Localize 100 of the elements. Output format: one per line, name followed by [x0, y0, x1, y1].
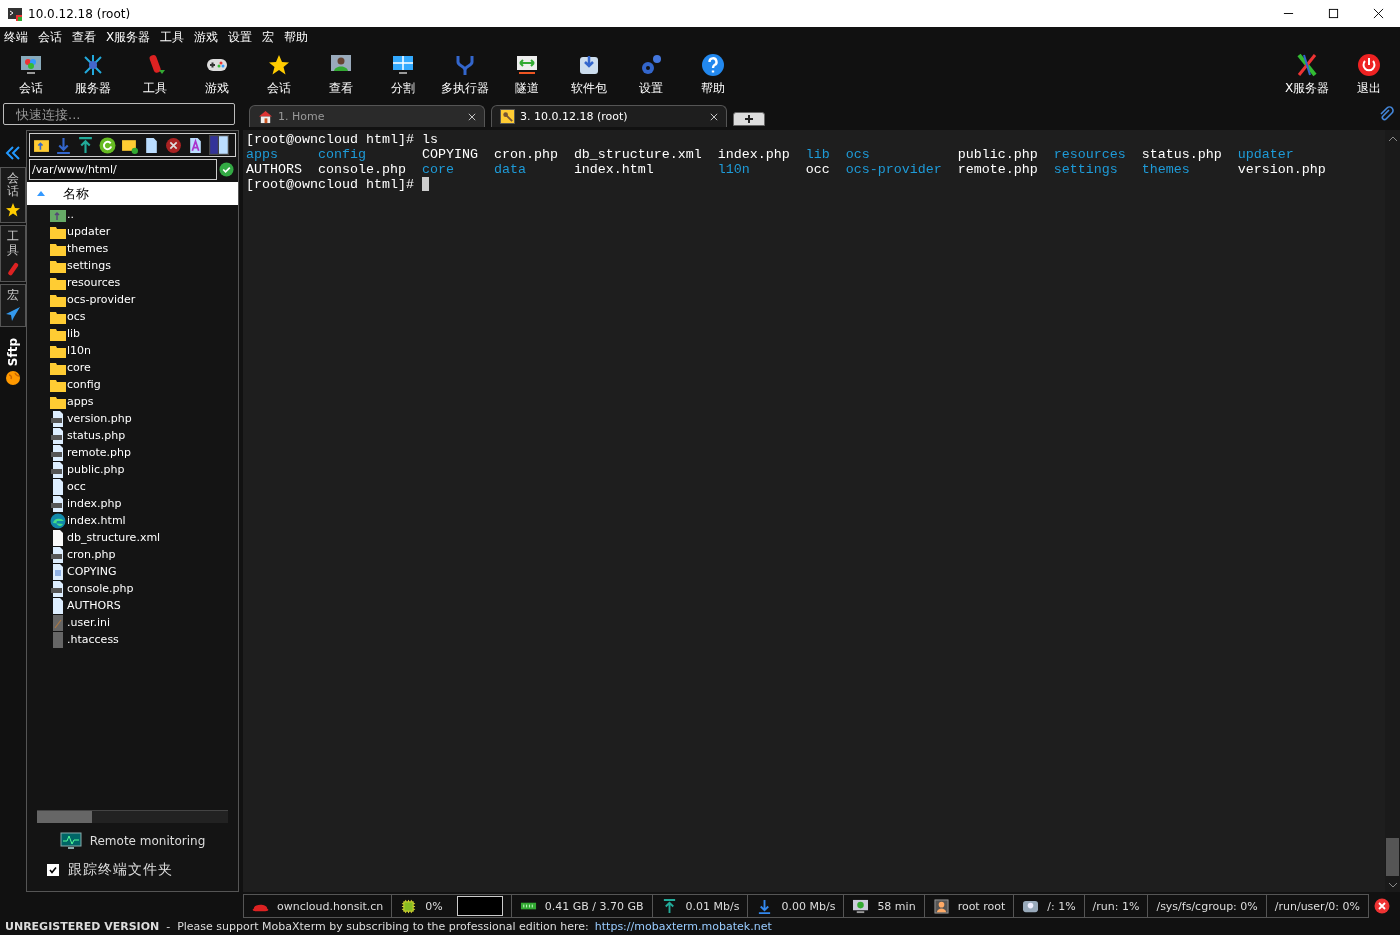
- file-name: db_structure.xml: [573, 147, 703, 162]
- toolbar-button[interactable]: 游戏: [186, 48, 248, 101]
- close-tab-icon[interactable]: [710, 112, 718, 121]
- remote-monitoring-button[interactable]: Remote monitoring: [53, 829, 212, 853]
- file-name: index.php: [717, 147, 791, 162]
- file-name[interactable]: remote.php: [67, 446, 131, 459]
- menu-item[interactable]: 工具: [160, 29, 185, 46]
- menu-item[interactable]: X服务器: [106, 29, 151, 46]
- file-name[interactable]: resources: [67, 276, 121, 289]
- file-name[interactable]: status.php: [67, 429, 126, 442]
- scroll-thumb[interactable]: [37, 811, 92, 823]
- toolbar-button[interactable]: 查看: [310, 48, 372, 101]
- file-name[interactable]: public.php: [67, 463, 125, 476]
- file-name[interactable]: index.php: [67, 497, 122, 510]
- delete-icon[interactable]: [165, 136, 182, 154]
- toolbar-button[interactable]: 退出: [1338, 48, 1400, 101]
- file-name[interactable]: l10n: [67, 344, 92, 357]
- close-icon[interactable]: [1374, 898, 1390, 914]
- maximize-icon[interactable]: [1328, 8, 1339, 19]
- quick-connect-field[interactable]: 快速连接...: [3, 103, 235, 125]
- scrollbar[interactable]: [1385, 130, 1400, 892]
- status-segment: /sys/fs/cgroup: 0%: [1148, 894, 1267, 918]
- scroll-up-icon[interactable]: [1387, 136, 1398, 142]
- toolbar-button[interactable]: 多执行器: [434, 48, 496, 101]
- menu-item[interactable]: 帮助: [284, 29, 309, 46]
- directory-name: resources: [1053, 147, 1127, 162]
- file-name[interactable]: themes: [67, 242, 109, 255]
- checkbox-label[interactable]: 跟踪终端文件夹: [68, 861, 173, 879]
- file-name[interactable]: console.php: [67, 582, 134, 595]
- file-name[interactable]: COPYING: [67, 565, 117, 578]
- menu-item[interactable]: 查看: [72, 29, 96, 46]
- terminal-command: ls: [421, 132, 438, 147]
- file-name[interactable]: index.html: [67, 514, 126, 527]
- toolbar-button[interactable]: 软件包: [558, 48, 620, 101]
- download-icon[interactable]: [55, 136, 72, 154]
- toolbar-button[interactable]: X服务器: [1276, 48, 1338, 101]
- file-name: COPYING: [421, 147, 479, 162]
- file-name[interactable]: apps: [67, 395, 94, 408]
- toolbar-button[interactable]: 服务器: [62, 48, 124, 101]
- file-name[interactable]: settings: [67, 259, 111, 272]
- file-name[interactable]: updater: [67, 225, 111, 238]
- tab[interactable]: 3. 10.0.12.18 (root): [491, 105, 727, 127]
- menu-item[interactable]: 会话: [38, 29, 62, 46]
- file-name[interactable]: ocs: [67, 310, 86, 323]
- checkbox[interactable]: [47, 864, 59, 876]
- file-name[interactable]: version.php: [67, 412, 132, 425]
- scroll-thumb[interactable]: [1386, 838, 1399, 876]
- toolbar-button[interactable]: 工具: [124, 48, 186, 101]
- split-view-icon[interactable]: [209, 135, 229, 155]
- toolbar-button[interactable]: 隧道: [496, 48, 558, 101]
- column-header[interactable]: 名称: [27, 182, 238, 205]
- toolbar-button[interactable]: 设置: [620, 48, 682, 101]
- menu-item[interactable]: 宏: [262, 29, 275, 46]
- close-tab-icon[interactable]: [468, 112, 476, 121]
- file-name[interactable]: AUTHORS: [67, 599, 121, 612]
- check-icon[interactable]: [219, 162, 234, 177]
- file-name[interactable]: .user.ini: [67, 616, 111, 629]
- refresh-icon[interactable]: [99, 136, 116, 154]
- paperclip-icon[interactable]: [1378, 106, 1394, 122]
- scroll-down-icon[interactable]: [1387, 882, 1398, 888]
- file-name[interactable]: db_structure.xml: [67, 531, 161, 544]
- path-field[interactable]: /var/www/html/: [29, 159, 217, 180]
- website-link[interactable]: https://mobaxterm.mobatek.net: [594, 920, 772, 933]
- menu-item[interactable]: 游戏: [194, 29, 219, 46]
- file-name[interactable]: .htaccess: [67, 633, 119, 646]
- upload-icon[interactable]: [77, 136, 94, 154]
- toolbar-button[interactable]: 会话: [248, 48, 310, 101]
- new-file-icon[interactable]: [143, 136, 160, 154]
- tab[interactable]: 1. Home: [249, 105, 485, 127]
- file-name[interactable]: cron.php: [67, 548, 116, 561]
- file-name[interactable]: ..: [67, 208, 74, 221]
- side-tab[interactable]: 工具: [0, 225, 26, 282]
- directory-name: apps: [246, 147, 279, 162]
- status-segment: 0.41 GB / 3.70 GB: [511, 894, 653, 918]
- file-name[interactable]: core: [67, 361, 91, 374]
- menu-item[interactable]: 终端: [4, 29, 28, 46]
- directory-name: l10n: [717, 162, 751, 177]
- toolbar-button[interactable]: 帮助: [682, 48, 744, 101]
- file-name[interactable]: lib: [67, 327, 81, 340]
- menu-item[interactable]: 设置: [228, 29, 253, 46]
- collapse-icon[interactable]: [5, 145, 21, 161]
- scrollbar[interactable]: [37, 810, 228, 823]
- close-icon[interactable]: [1373, 8, 1384, 19]
- file-name[interactable]: config: [67, 378, 101, 391]
- file-name[interactable]: occ: [67, 480, 86, 493]
- toolbar-button[interactable]: 分割: [372, 48, 434, 101]
- file-name: remote.php: [957, 162, 1039, 177]
- file-name: console.php: [317, 162, 407, 177]
- power-icon: [1357, 52, 1381, 77]
- file-name[interactable]: ocs-provider: [67, 293, 136, 306]
- license-notice: UNREGISTERED VERSION - Please support MobaXterm by subscribing to the professional edition here:: [5, 920, 589, 933]
- text-file-icon[interactable]: [187, 136, 204, 154]
- directory-name: ocs-provider: [845, 162, 943, 177]
- file-name: AUTHORS: [246, 162, 303, 177]
- file-icon: [50, 478, 66, 495]
- new-tab-button[interactable]: [733, 112, 765, 126]
- toolbar-button[interactable]: 会话: [0, 48, 62, 101]
- key-icon: [500, 109, 515, 124]
- side-tab[interactable]: 会话: [0, 167, 26, 224]
- side-tab[interactable]: 宏: [0, 283, 26, 327]
